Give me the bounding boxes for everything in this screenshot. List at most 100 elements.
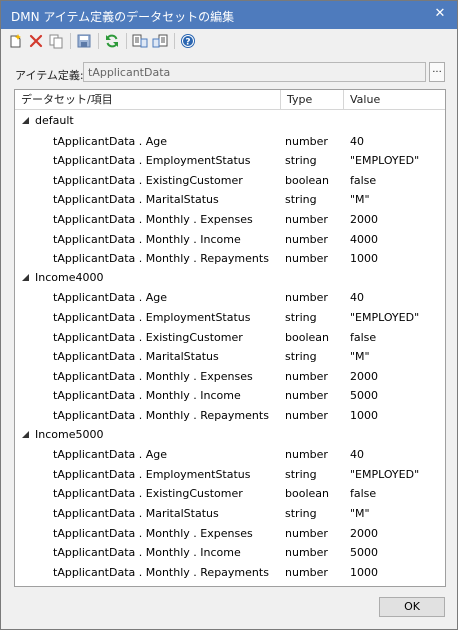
dataset-item-row[interactable]: tApplicantData . ExistingCustomer boolean… (15, 170, 445, 190)
item-value[interactable]: 2000 (350, 213, 378, 226)
dataset-item-row[interactable]: tApplicantData . Monthly . Income number 4… (15, 229, 445, 249)
dataset-item-row[interactable]: tApplicantData . MaritalStatus string "M" (15, 189, 445, 209)
item-value[interactable]: 4000 (350, 233, 378, 246)
toolbar-separator (126, 33, 127, 49)
refresh-icon[interactable] (103, 32, 121, 50)
item-type: number (285, 546, 328, 560)
item-value[interactable]: false (350, 487, 376, 500)
title-bar: DMN アイテム定義のデータセットの編集 ✕ (1, 1, 457, 29)
dataset-item-row[interactable]: tApplicantData . EmploymentStatus string "… (15, 150, 445, 170)
dataset-item-row[interactable]: tApplicantData . Age number 40 (15, 131, 445, 151)
item-name: tApplicantData . EmploymentStatus (53, 154, 251, 168)
dataset-item-row[interactable]: tApplicantData . MaritalStatus string "M" (15, 503, 445, 523)
item-name: tApplicantData . Monthly . Repayments (53, 409, 269, 422)
expand-arrow-icon[interactable] (22, 117, 29, 124)
item-value[interactable]: false (350, 174, 376, 187)
item-value[interactable]: 1000 (350, 252, 378, 265)
close-icon[interactable]: ✕ (423, 1, 457, 25)
dataset-group-row[interactable]: default (15, 111, 445, 131)
item-name: tApplicantData . EmploymentStatus (53, 467, 251, 481)
expand-arrow-icon[interactable] (22, 430, 29, 438)
item-value[interactable]: "EMPLOYED" (350, 154, 419, 167)
item-value[interactable]: 1000 (350, 566, 378, 579)
grid-header: データセット/項目 Type Value (15, 90, 445, 110)
import-icon[interactable] (151, 32, 169, 50)
item-name: tApplicantData . Monthly . Repayments (53, 565, 269, 579)
dataset-item-row[interactable]: tApplicantData . Monthly . Repayments num… (15, 562, 445, 582)
item-name: tApplicantData . MaritalStatus (53, 193, 219, 207)
dataset-item-row[interactable]: tApplicantData . ExistingCustomer boolean… (15, 327, 445, 347)
browse-button[interactable]: ... (429, 62, 445, 82)
help-icon[interactable]: ? (179, 32, 197, 50)
item-type: number (285, 134, 328, 148)
toolbar-separator (98, 33, 99, 49)
item-value[interactable]: "M" (350, 193, 370, 206)
item-name: tApplicantData . Monthly . Expenses (53, 526, 253, 540)
item-value[interactable]: 1000 (350, 409, 378, 422)
item-type: number (285, 448, 328, 462)
column-header-value[interactable]: Value (344, 90, 445, 110)
dataset-name: default (35, 114, 74, 127)
save-icon[interactable] (75, 32, 93, 50)
dataset-item-row[interactable]: tApplicantData . Monthly . Income number 5… (15, 385, 445, 405)
column-header-type[interactable]: Type (281, 90, 344, 110)
item-type: number (285, 526, 328, 540)
dataset-item-row[interactable]: tApplicantData . MaritalStatus string "M" (15, 346, 445, 366)
dataset-item-row[interactable]: tApplicantData . EmploymentStatus string "… (15, 464, 445, 484)
item-type: number (285, 232, 328, 246)
export-icon[interactable] (131, 32, 149, 50)
dataset-item-row[interactable]: tApplicantData . Age number 40 (15, 444, 445, 464)
item-value[interactable]: 40 (350, 135, 364, 148)
dataset-editor-dialog: DMN アイテム定義のデータセットの編集 ✕ ? アイテム定義: tApplic… (0, 0, 458, 630)
dataset-item-row[interactable]: tApplicantData . Monthly . Expenses numbe… (15, 523, 445, 543)
item-type: number (285, 252, 328, 266)
item-definition-field: tApplicantData (83, 62, 426, 82)
item-value[interactable]: false (350, 331, 376, 344)
item-name: tApplicantData . EmploymentStatus (53, 311, 251, 324)
dataset-item-row[interactable]: tApplicantData . Age number 40 (15, 287, 445, 307)
column-header-dataset[interactable]: データセット/項目 (15, 90, 281, 110)
item-type: number (285, 369, 328, 383)
item-name: tApplicantData . Monthly . Income (53, 546, 241, 560)
expand-arrow-icon[interactable] (22, 273, 29, 281)
dataset-item-row[interactable]: tApplicantData . EmploymentStatus string "… (15, 307, 445, 327)
item-definition-label: アイテム定義: (15, 69, 84, 82)
item-value[interactable]: 5000 (350, 546, 378, 559)
item-type: number (285, 389, 328, 403)
item-name: tApplicantData . Monthly . Expenses (53, 213, 253, 226)
dataset-grid: データセット/項目 Type Value default tApplicantDa… (14, 89, 446, 587)
item-value[interactable]: "M" (350, 350, 370, 363)
item-type: boolean (285, 173, 329, 187)
new-icon[interactable] (7, 32, 25, 50)
item-value[interactable]: 2000 (350, 370, 378, 383)
dataset-group-row[interactable]: Income4000 (15, 268, 445, 288)
delete-icon[interactable] (27, 32, 45, 50)
dataset-item-row[interactable]: tApplicantData . Monthly . Repayments num… (15, 248, 445, 268)
dataset-item-row[interactable]: tApplicantData . Monthly . Expenses numbe… (15, 209, 445, 229)
dataset-item-row[interactable]: tApplicantData . ExistingCustomer boolean… (15, 483, 445, 503)
copy-icon[interactable] (47, 32, 65, 50)
item-type: number (285, 291, 328, 305)
item-type: string (285, 350, 317, 364)
item-value[interactable]: "EMPLOYED" (350, 311, 419, 324)
item-name: tApplicantData . Age (53, 134, 168, 148)
item-type: number (285, 409, 328, 422)
dataset-name: Income4000 (35, 270, 104, 284)
ok-button[interactable]: OK (379, 597, 445, 617)
item-value[interactable]: 40 (350, 448, 364, 461)
dataset-group-row[interactable]: Income5000 (15, 425, 445, 445)
item-value[interactable]: 40 (350, 291, 364, 304)
item-type: string (285, 467, 317, 481)
item-name: tApplicantData . MaritalStatus (53, 350, 219, 364)
item-value[interactable]: 2000 (350, 527, 378, 540)
toolbar: ? (7, 31, 199, 51)
dataset-item-row[interactable]: tApplicantData . Monthly . Expenses numbe… (15, 366, 445, 386)
item-type: string (285, 507, 317, 520)
item-value[interactable]: "M" (350, 507, 370, 520)
item-value[interactable]: 5000 (350, 389, 378, 402)
item-type: string (285, 154, 317, 168)
dataset-item-row[interactable]: tApplicantData . Monthly . Repayments num… (15, 405, 445, 425)
dataset-item-row[interactable]: tApplicantData . Monthly . Income number 5… (15, 542, 445, 562)
item-value[interactable]: "EMPLOYED" (350, 468, 419, 481)
item-name: tApplicantData . Monthly . Income (53, 389, 241, 403)
